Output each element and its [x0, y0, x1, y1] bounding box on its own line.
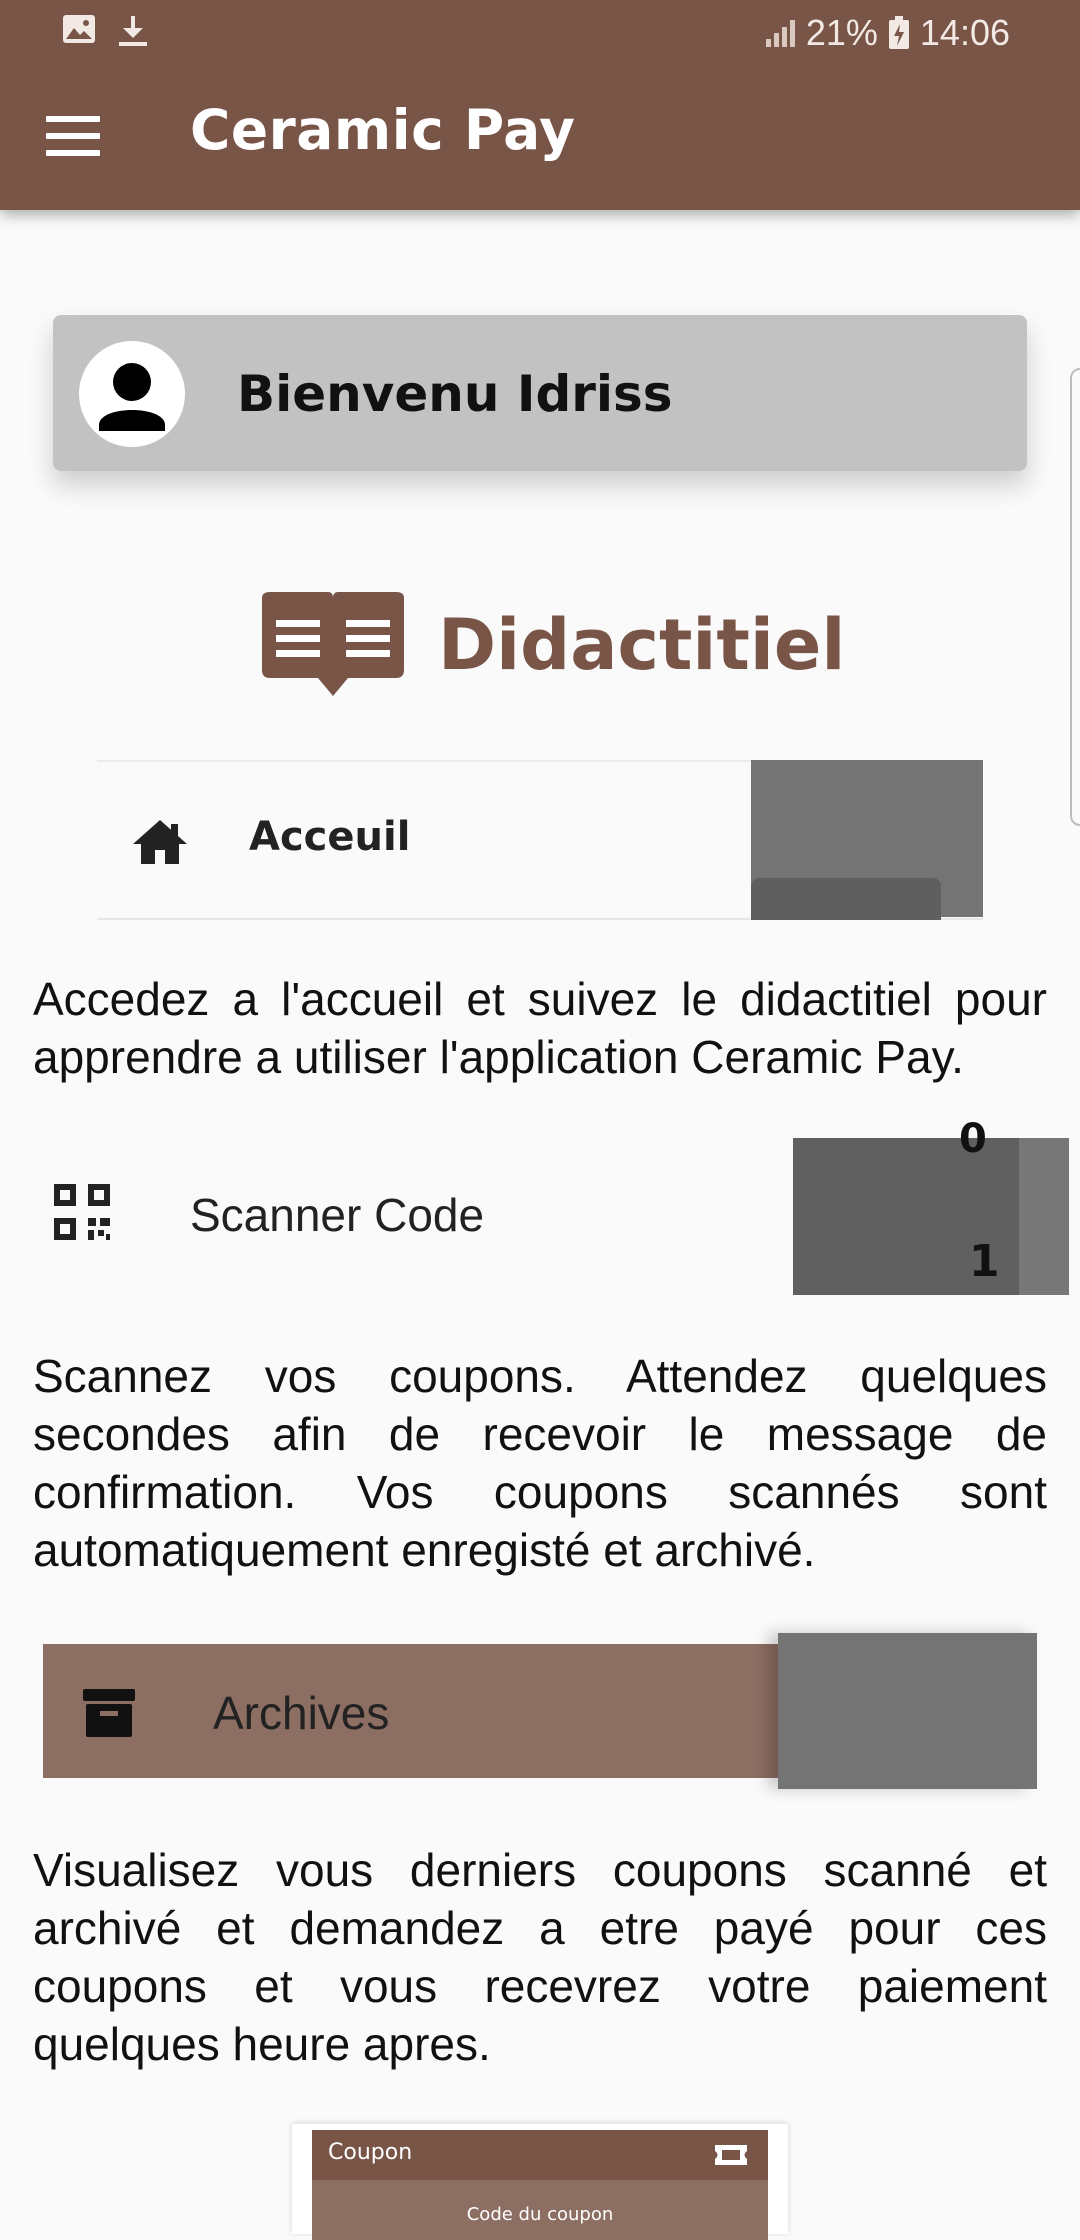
tutorial-title: Didactitiel — [438, 604, 846, 686]
scanner-preview-overlay: 0 1 — [793, 1116, 1069, 1295]
clock: 14:06 — [919, 12, 1010, 53]
signal-icon — [765, 20, 795, 47]
preview-digit-bottom: 1 — [969, 1236, 1000, 1287]
archive-box-icon — [83, 1689, 135, 1737]
home-icon — [133, 820, 187, 864]
book-icon — [262, 592, 404, 696]
image-icon — [63, 15, 95, 43]
preview-digit-top: 0 — [959, 1116, 987, 1162]
battery-charging-icon — [888, 16, 909, 49]
scanner-description: Scannez vos coupons. Attendez quelques s… — [33, 1350, 1047, 1576]
archives-description: Visualisez vous derniers coupons scanné … — [33, 1844, 1047, 2070]
person-icon — [99, 363, 165, 431]
acceuil-label: Acceuil — [249, 814, 411, 860]
acceuil-description: Accedez a l'accueil et suivez le didacti… — [33, 973, 1047, 1083]
archives-label: Archives — [213, 1687, 390, 1739]
scanner-code-label: Scanner Code — [190, 1189, 485, 1241]
side-drawer-handle[interactable] — [1070, 368, 1080, 826]
battery-percent: 21% — [805, 12, 878, 53]
hamburger-menu-icon[interactable] — [46, 116, 100, 156]
coupon-code-label: Code du coupon — [466, 2204, 614, 2225]
download-icon — [119, 16, 147, 46]
welcome-text: Bienvenu Idriss — [237, 365, 673, 423]
app-title: Ceramic Pay — [190, 98, 576, 162]
status-right: 21% 14:06 — [764, 12, 1010, 54]
tutorial-header: Didactitiel — [258, 590, 845, 700]
coupon-preview-body: Code du coupon — [312, 2180, 768, 2240]
demo-archives-item: Archives — [43, 1644, 778, 1778]
preview-overlay — [751, 760, 983, 920]
ticket-icon — [715, 2145, 747, 2165]
app-bar: 21% 14:06 Ceramic Pay — [0, 0, 1080, 210]
avatar — [79, 341, 185, 447]
coupon-preview-bar: Coupon — [312, 2130, 768, 2180]
welcome-card: Bienvenu Idriss — [53, 315, 1027, 471]
coupon-preview: Coupon Code du coupon — [292, 2124, 788, 2240]
qr-code-icon — [54, 1184, 110, 1240]
coupon-preview-title: Coupon — [328, 2140, 413, 2165]
archives-preview-overlay — [778, 1633, 1037, 1789]
status-left-icons — [62, 14, 150, 48]
